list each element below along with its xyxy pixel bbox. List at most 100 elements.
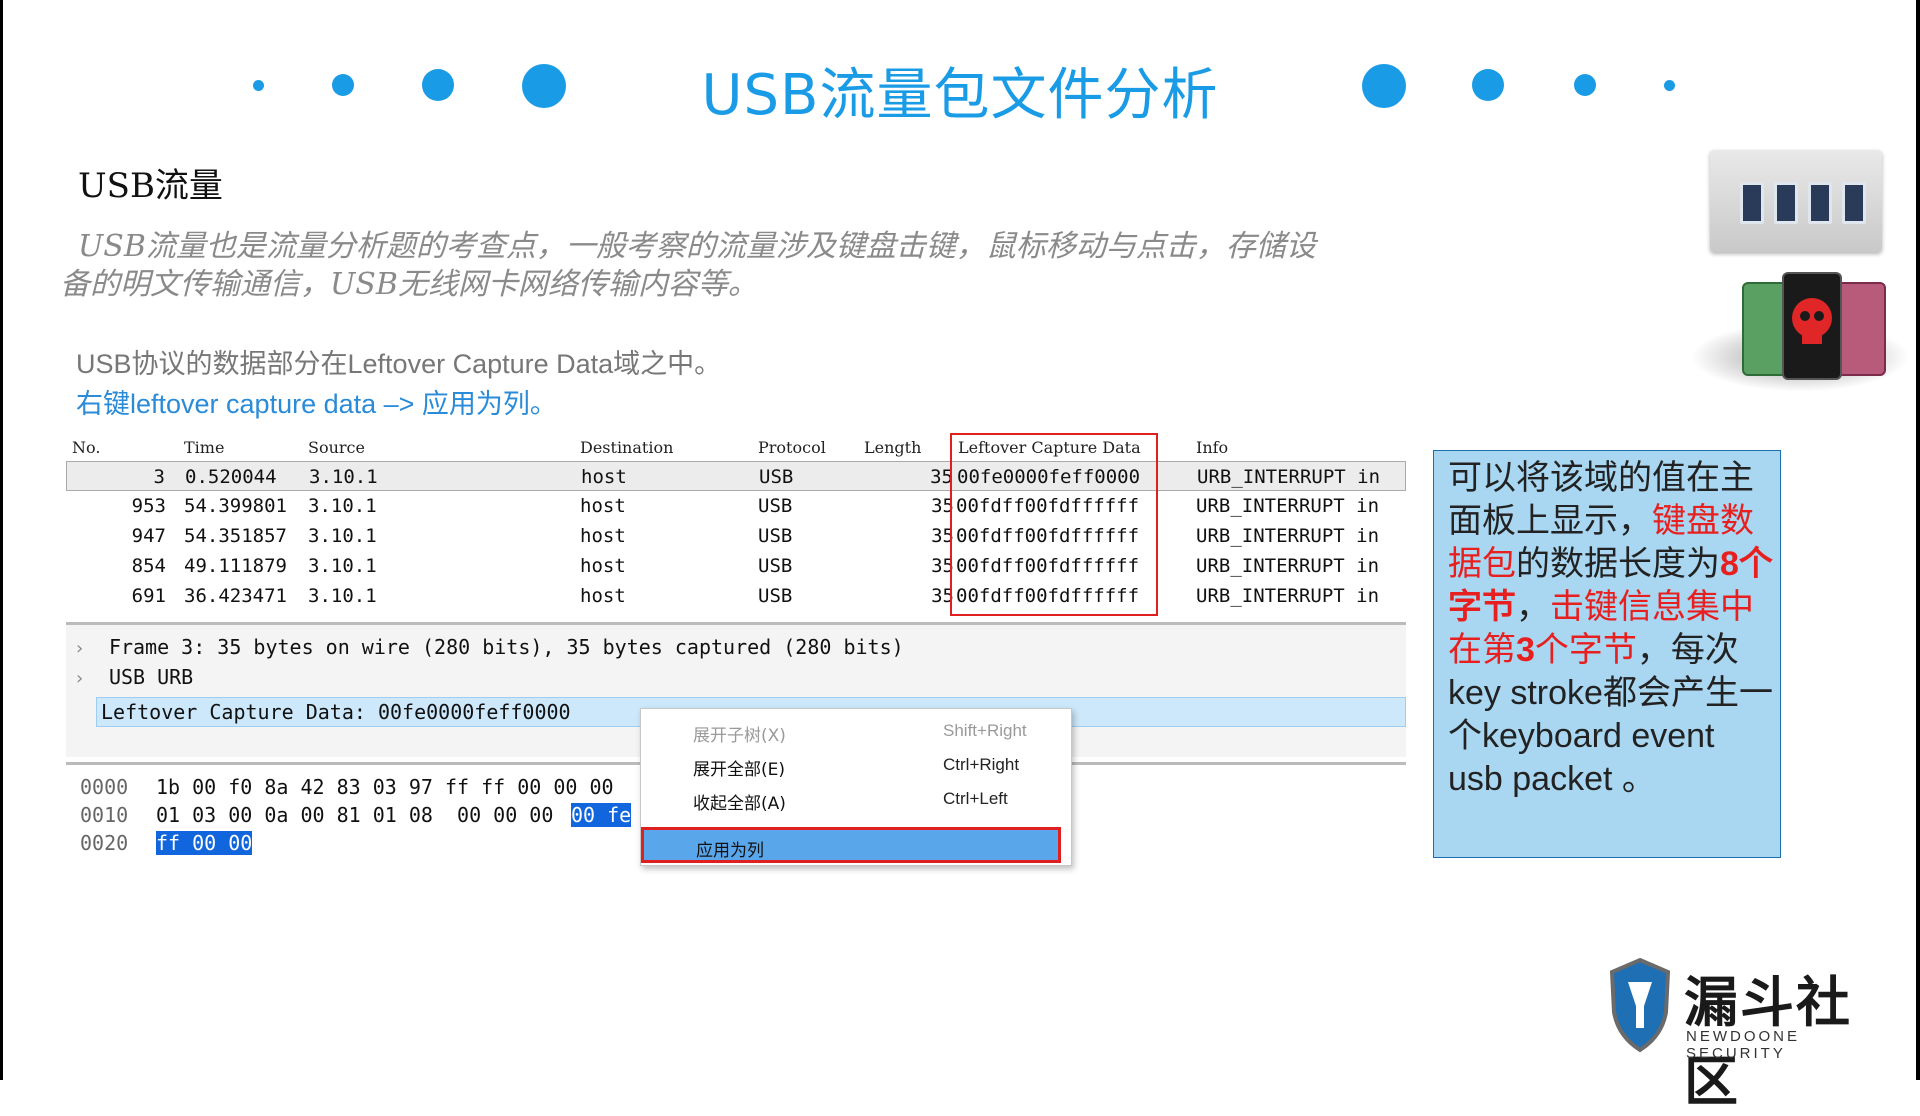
cell-time: 36.423471	[184, 585, 287, 607]
chevron-right-icon[interactable]: ›	[74, 668, 85, 689]
menu-item-expand-all[interactable]: 展开全部(E) Ctrl+Right	[641, 747, 1071, 781]
packet-row[interactable]: 3 0.520044 3.10.1 host USB 35 00fe0000fe…	[66, 461, 1406, 491]
cell-no: 854	[131, 555, 166, 577]
cell-protocol: USB	[758, 495, 793, 517]
tree-item-frame[interactable]: › Frame 3: 35 bytes on wire (280 bits), …	[74, 635, 904, 659]
logo: 漏斗社区 NEWDOONE SECURITY	[1606, 950, 1906, 1113]
hex-bytes: 1b 00 f0 8a 42 83 03 97 ff ff 00 00 00	[156, 775, 614, 799]
leftover-label: Leftover Capture Data: 00fe0000feff0000	[101, 700, 571, 724]
intro-text: USB流量也是流量分析题的考查点，一般考察的流量涉及键盘击键，鼠标移动与点击，存…	[60, 229, 1316, 302]
hex-offset: 0010	[80, 803, 129, 827]
menu-item-shortcut: Shift+Right	[943, 721, 1027, 740]
cell-source: 3.10.1	[308, 585, 377, 607]
usb-port-icon	[1842, 182, 1866, 224]
note-line-1: USB协议的数据部分在Leftover Capture Data域之中。	[76, 349, 722, 379]
note-line-2: 右键leftover capture data –> 应用为列。	[76, 389, 557, 419]
menu-item-label: 展开子树(X)	[693, 726, 786, 746]
decor-dot	[522, 64, 566, 108]
column-header-protocol[interactable]: Protocol	[758, 435, 826, 461]
cell-info: URB_INTERRUPT in	[1196, 495, 1380, 517]
decor-dot	[1574, 74, 1596, 96]
cell-destination: host	[580, 585, 626, 607]
cell-protocol: USB	[758, 555, 793, 577]
logo-subtitle: NEWDOONE SECURITY	[1686, 1028, 1800, 1062]
menu-item-label: 展开全部(E)	[693, 760, 786, 780]
decor-dot	[422, 69, 454, 101]
info-text-highlight: 3	[1516, 631, 1535, 669]
menu-item-collapse-all[interactable]: 收起全部(A) Ctrl+Left	[641, 781, 1071, 815]
menu-item-apply-as-column[interactable]: 应用为列	[641, 827, 1061, 863]
hex-bytes-selected: ff 00 00	[156, 831, 253, 855]
cell-destination: host	[580, 555, 626, 577]
usb-port-icon	[1774, 182, 1798, 224]
frame-summary: Frame 3: 35 bytes on wire (280 bits), 35…	[108, 635, 904, 659]
section-title: USB流量	[78, 166, 223, 206]
column-header-no[interactable]: No.	[72, 435, 100, 461]
packet-row[interactable]: 953 54.399801 3.10.1 host USB 35 00fdff0…	[66, 491, 1406, 521]
left-border	[0, 0, 3, 1080]
cell-source: 3.10.1	[308, 555, 377, 577]
column-header-time[interactable]: Time	[184, 435, 224, 461]
menu-item-expand-subtree[interactable]: 展开子树(X) Shift+Right	[641, 713, 1071, 747]
shield-logo-icon	[1609, 957, 1671, 1053]
hex-offset: 0000	[80, 775, 129, 799]
slide-title: USB流量包文件分析	[701, 63, 1219, 128]
info-callout: 可以将该域的值在主面板上显示，键盘数据包的数据长度为8个字节，击键信息集中在第3…	[1433, 450, 1781, 858]
usb-port-icon	[1808, 182, 1832, 224]
usb-drive-icon	[1782, 272, 1842, 380]
menu-item-shortcut: Ctrl+Right	[943, 755, 1020, 774]
decor-dot	[1664, 80, 1675, 91]
column-header-length[interactable]: Length	[864, 435, 921, 461]
hex-bytes: 01 03 00 0a 00 81 01 08 00 00 00	[156, 803, 566, 827]
menu-item-shortcut: Ctrl+Left	[943, 789, 1008, 808]
cell-protocol: USB	[759, 466, 794, 488]
cell-protocol: USB	[758, 525, 793, 547]
decor-dot	[253, 80, 264, 91]
decor-dot	[332, 74, 354, 96]
cell-time: 0.520044	[185, 466, 277, 488]
cell-time: 54.351857	[184, 525, 287, 547]
column-header-destination[interactable]: Destination	[580, 435, 673, 461]
info-text: 可以将该域的值在主面板上显示，键盘数据包的数据长度为8个字节，击键信息集中在第3…	[1448, 457, 1778, 801]
packet-row[interactable]: 691 36.423471 3.10.1 host USB 35 00fdff0…	[66, 581, 1406, 611]
menu-item-label: 应用为列	[696, 841, 764, 861]
cell-time: 54.399801	[184, 495, 287, 517]
tree-item-usb-urb[interactable]: › USB URB	[74, 665, 193, 689]
column-header-source[interactable]: Source	[308, 435, 365, 461]
chevron-right-icon[interactable]: ›	[74, 638, 85, 659]
usb-port-icon	[1740, 182, 1764, 224]
usb-ports-image	[1710, 150, 1882, 252]
cell-source: 3.10.1	[308, 525, 377, 547]
usb-drives-image	[1690, 272, 1910, 396]
skull-icon	[1792, 298, 1832, 344]
cell-source: 3.10.1	[309, 466, 378, 488]
cell-destination: host	[580, 525, 626, 547]
cell-no: 953	[131, 495, 166, 517]
cell-no: 947	[131, 525, 166, 547]
hex-bytes-selected: 00 fe	[571, 803, 632, 827]
info-text-part: 的数据长度为	[1516, 545, 1720, 583]
info-text-part: ，	[1516, 588, 1550, 626]
usb-urb-label: USB URB	[108, 665, 194, 689]
cell-info: URB_INTERRUPT in	[1197, 466, 1381, 488]
cell-time: 49.111879	[184, 555, 287, 577]
cell-info: URB_INTERRUPT in	[1196, 585, 1380, 607]
decor-dot	[1472, 69, 1504, 101]
context-menu: 展开子树(X) Shift+Right 展开全部(E) Ctrl+Right 收…	[640, 708, 1072, 866]
cell-protocol: USB	[758, 585, 793, 607]
menu-item-label: 收起全部(A)	[693, 794, 786, 814]
cell-destination: host	[580, 495, 626, 517]
right-border	[1916, 0, 1920, 1080]
cell-no: 691	[131, 585, 166, 607]
cell-info: URB_INTERRUPT in	[1196, 525, 1380, 547]
leftover-column-highlight	[950, 433, 1158, 616]
cell-no: 3	[153, 466, 165, 488]
info-text-highlight: 个字节	[1534, 631, 1637, 669]
hex-offset: 0020	[80, 831, 129, 855]
cell-source: 3.10.1	[308, 495, 377, 517]
cell-info: URB_INTERRUPT in	[1196, 555, 1380, 577]
packet-row[interactable]: 947 54.351857 3.10.1 host USB 35 00fdff0…	[66, 521, 1406, 551]
column-header-info[interactable]: Info	[1196, 435, 1228, 461]
packet-row[interactable]: 854 49.111879 3.10.1 host USB 35 00fdff0…	[66, 551, 1406, 581]
decor-dot	[1362, 64, 1406, 108]
